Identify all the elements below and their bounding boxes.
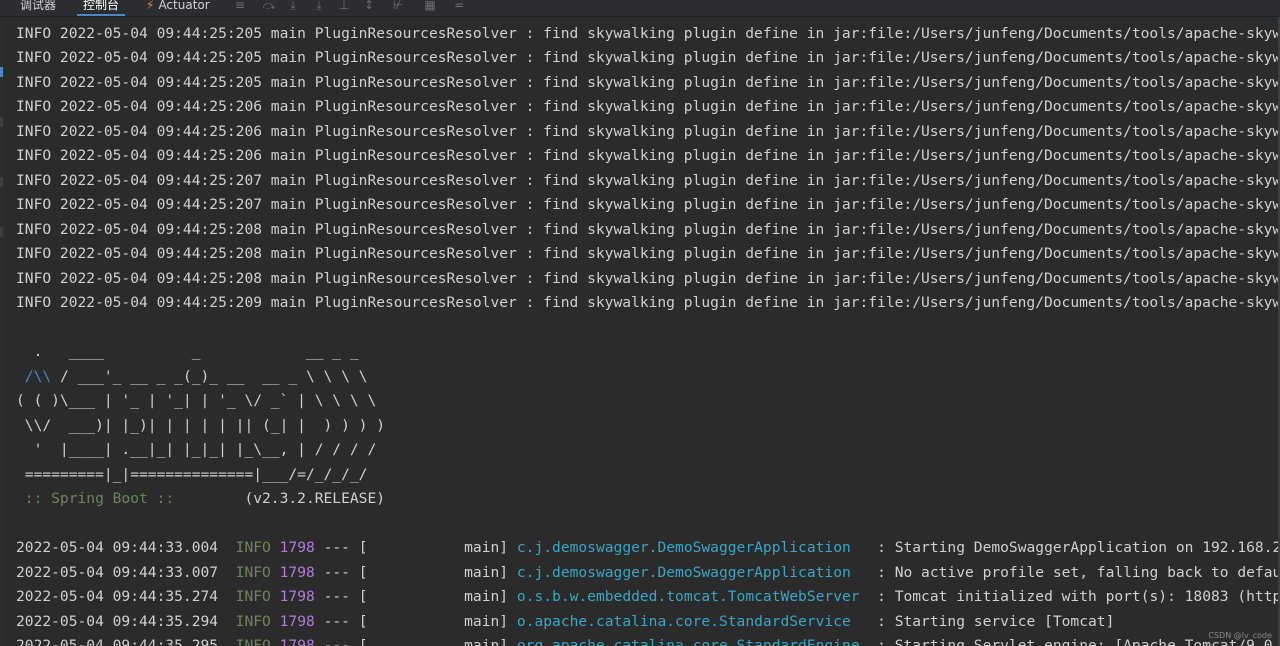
log-level: INFO xyxy=(235,588,271,605)
log-logger[interactable]: o.s.b.w.embedded.tomcat.TomcatWebServer xyxy=(517,588,868,605)
gutter-marker xyxy=(0,117,3,127)
spring-banner-line: \\/ ___)| |_)| | | | | || (_| | ) ) ) ) xyxy=(16,417,386,434)
tab-debugger[interactable]: 调试器 xyxy=(20,0,56,16)
banner-prefix xyxy=(16,368,25,385)
log-message: : Tomcat initialized with port(s): 18083… xyxy=(868,588,1280,605)
log-line: INFO 2022-05-04 09:44:25:208 main Plugin… xyxy=(16,270,1280,287)
log-pid: 1798 xyxy=(279,564,315,581)
log-thread: main] xyxy=(367,564,509,581)
gutter-marker xyxy=(0,227,3,237)
log-message: : Starting service [Tomcat] xyxy=(868,613,1115,630)
log-sep: --- [ xyxy=(314,637,368,646)
actuator-icon: ⚡ xyxy=(146,0,155,12)
spring-boot-label: :: Spring Boot :: xyxy=(16,490,175,507)
log-level: INFO xyxy=(235,564,271,581)
log-line: INFO 2022-05-04 09:44:25:205 main Plugin… xyxy=(16,49,1280,66)
log-pid: 1798 xyxy=(279,613,315,630)
log-line: INFO 2022-05-04 09:44:25:206 main Plugin… xyxy=(16,98,1280,115)
log-level: INFO xyxy=(235,613,271,630)
log-message: : No active profile set, falling back to… xyxy=(868,564,1280,581)
log-logger[interactable]: c.j.demoswagger.DemoSwaggerApplication xyxy=(517,564,868,581)
spring-banner-line: =========|_|==============|___/=/_/_/_/ xyxy=(16,466,368,483)
log-line: INFO 2022-05-04 09:44:25:207 main Plugin… xyxy=(16,196,1280,213)
log-timestamp: 2022-05-04 09:44:35.294 xyxy=(16,613,219,630)
log-level: INFO xyxy=(235,539,271,556)
app-log-line: 2022-05-04 09:44:33.004 INFO 1798 --- [ … xyxy=(16,538,1280,558)
spring-boot-version: (v2.3.2.RELEASE) xyxy=(174,490,386,507)
gutter-marker xyxy=(0,177,3,187)
banner-rest: / ___'_ __ _ _(_)_ __ __ _ \ \ \ \ xyxy=(51,368,368,385)
spring-banner-line: ' |____| .__|_| |_|_| |_\__, | / / / / xyxy=(16,441,377,458)
log-logger[interactable]: c.j.demoswagger.DemoSwaggerApplication xyxy=(517,539,868,556)
log-thread: main] xyxy=(367,613,509,630)
log-sep: --- [ xyxy=(314,539,368,556)
log-line: INFO 2022-05-04 09:44:25:205 main Plugin… xyxy=(16,25,1280,42)
app-log-line: 2022-05-04 09:44:35.294 INFO 1798 --- [ … xyxy=(16,612,1114,632)
log-level: INFO xyxy=(235,637,271,646)
log-line: INFO 2022-05-04 09:44:25:208 main Plugin… xyxy=(16,245,1280,262)
log-thread: main] xyxy=(367,637,509,646)
banner-link[interactable]: /\\ xyxy=(25,368,51,385)
spring-banner-line: /\\ / ___'_ __ _ _(_)_ __ __ _ \ \ \ \ xyxy=(16,367,368,387)
spring-banner-line: . ____ _ __ _ _ xyxy=(16,343,359,360)
log-line: INFO 2022-05-04 09:44:25:208 main Plugin… xyxy=(16,221,1280,238)
menu-icon[interactable]: ≡ xyxy=(233,0,247,12)
log-timestamp: 2022-05-04 09:44:33.007 xyxy=(16,564,219,581)
evaluate-icon[interactable]: ⊬ xyxy=(391,0,405,12)
app-log-line: 2022-05-04 09:44:35.274 INFO 1798 --- [ … xyxy=(16,587,1280,607)
log-logger[interactable]: o.apache.catalina.core.StandardService xyxy=(517,613,868,630)
step-over-icon[interactable]: ⤼ xyxy=(262,0,276,12)
watermark: CSDN @lv_code xyxy=(1208,631,1272,640)
log-pid: 1798 xyxy=(279,539,315,556)
step-into-icon[interactable]: ⤓ xyxy=(286,0,300,12)
log-logger[interactable]: org.apache.catalina.core.StandardEngine xyxy=(517,637,868,646)
log-line: INFO 2022-05-04 09:44:25:206 main Plugin… xyxy=(16,123,1280,140)
gutter-marker xyxy=(0,67,3,77)
tab-actuator[interactable]: ⚡ Actuator xyxy=(146,0,210,16)
log-timestamp: 2022-05-04 09:44:35.274 xyxy=(16,588,219,605)
log-timestamp: 2022-05-04 09:44:35.295 xyxy=(16,637,219,646)
log-sep: --- [ xyxy=(314,613,368,630)
log-thread: main] xyxy=(367,588,509,605)
log-line: INFO 2022-05-04 09:44:25:209 main Plugin… xyxy=(16,294,1280,311)
log-pid: 1798 xyxy=(279,637,315,646)
step-out-icon[interactable]: ⤓ xyxy=(312,0,326,12)
log-line: INFO 2022-05-04 09:44:25:207 main Plugin… xyxy=(16,172,1280,189)
spring-boot-version-line: :: Spring Boot :: (v2.3.2.RELEASE) xyxy=(16,489,385,509)
log-sep: --- [ xyxy=(314,588,368,605)
app-log-line-partial: 2022-05-04 09:44:35.295 INFO 1798 --- [ … xyxy=(16,636,1280,646)
spring-banner-line: ( ( )\___ | '_ | '_| | '_ \/ _` | \ \ \ … xyxy=(16,392,377,409)
tab-actuator-label: Actuator xyxy=(158,0,210,12)
log-pid: 1798 xyxy=(279,588,315,605)
log-thread: main] xyxy=(367,539,509,556)
log-line: INFO 2022-05-04 09:44:25:206 main Plugin… xyxy=(16,147,1280,164)
log-line: INFO 2022-05-04 09:44:25:205 main Plugin… xyxy=(16,74,1280,91)
console-output[interactable]: INFO 2022-05-04 09:44:25:205 main Plugin… xyxy=(5,17,1280,646)
log-message: : Starting DemoSwaggerApplication on 192… xyxy=(868,539,1280,556)
log-sep: --- [ xyxy=(314,564,368,581)
force-step-icon[interactable]: ↕ xyxy=(362,0,376,12)
run-to-cursor-icon[interactable]: ⊥ xyxy=(337,0,351,12)
tab-console[interactable]: 控制台 xyxy=(76,0,126,16)
log-timestamp: 2022-05-04 09:44:33.004 xyxy=(16,539,219,556)
table-icon[interactable]: ▦ xyxy=(423,0,437,12)
app-log-line: 2022-05-04 09:44:33.007 INFO 1798 --- [ … xyxy=(16,563,1280,583)
tool-window-tabbar: 调试器 控制台 ⚡ Actuator ≡ ⤼ ⤓ ⤓ ⊥ ↕ ⊬ ▦ ⋍ xyxy=(0,0,1280,17)
settings-icon[interactable]: ⋍ xyxy=(452,0,466,12)
